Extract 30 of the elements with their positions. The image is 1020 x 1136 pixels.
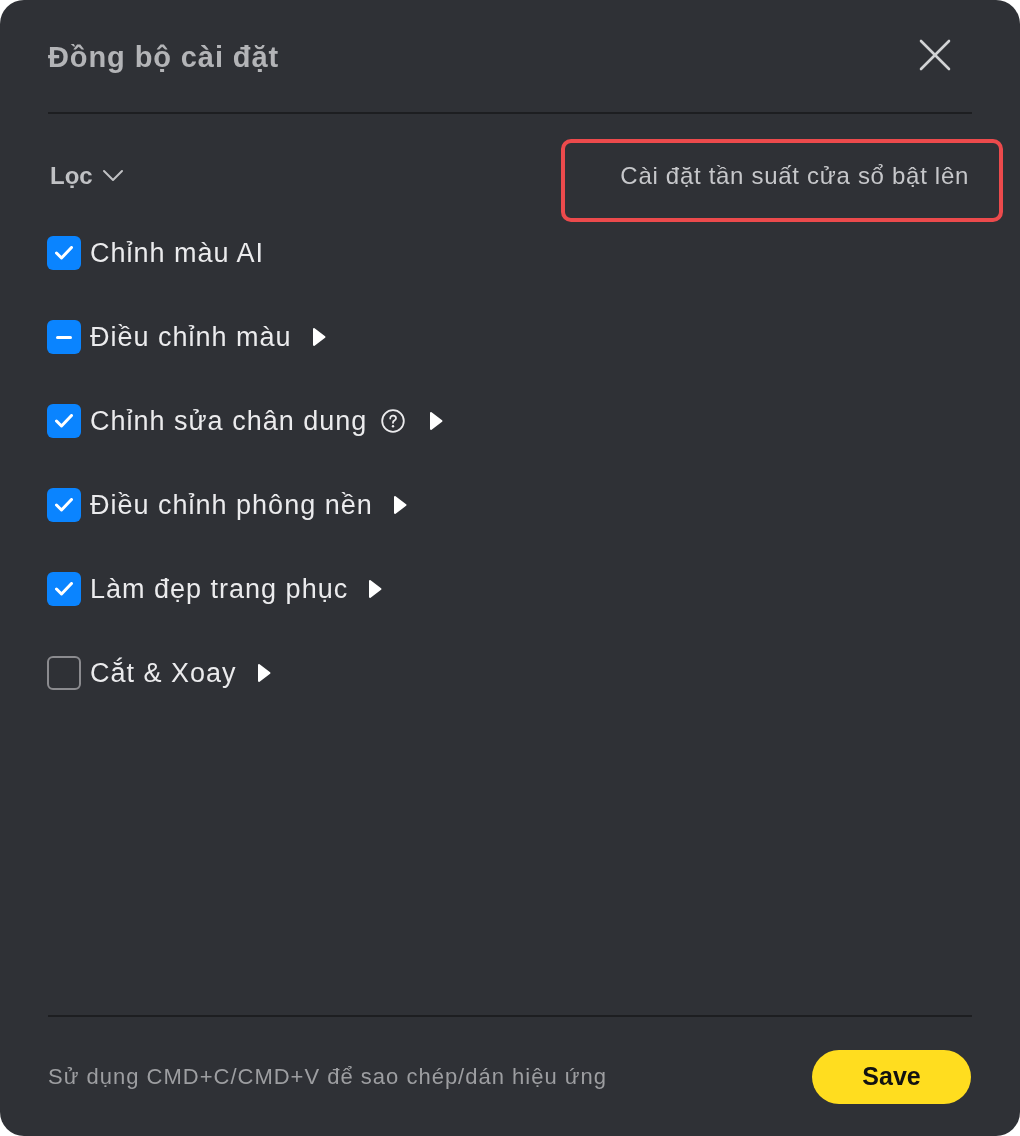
option-label: Làm đẹp trang phục — [90, 573, 349, 605]
caret-right-icon[interactable] — [368, 579, 383, 599]
checkbox[interactable] — [47, 236, 81, 270]
checkmark-icon — [55, 414, 73, 428]
popup-frequency-link[interactable]: Cài đặt tần suất cửa sổ bật lên — [620, 161, 969, 190]
close-icon — [918, 38, 952, 72]
checkmark-icon — [55, 582, 73, 596]
option-label: Chỉnh màu AI — [90, 237, 265, 269]
checkmark-icon — [55, 246, 73, 260]
option-label: Cắt & Xoay — [90, 657, 237, 689]
save-button[interactable]: Save — [812, 1049, 971, 1104]
option-label: Điều chỉnh màu — [90, 321, 292, 353]
option-label: Điều chỉnh phông nền — [90, 489, 373, 521]
caret-right-icon[interactable] — [311, 327, 326, 347]
close-button[interactable] — [918, 38, 952, 72]
checkbox[interactable] — [47, 656, 81, 690]
checkbox[interactable] — [47, 404, 81, 438]
checkbox[interactable] — [47, 488, 81, 522]
dialog-title: Đồng bộ cài đặt — [48, 40, 279, 74]
checkmark-icon — [55, 498, 73, 512]
caret-right-icon[interactable] — [392, 495, 407, 515]
filter-dropdown[interactable]: Lọc — [50, 161, 124, 190]
caret-right-icon[interactable] — [256, 663, 271, 683]
shortcut-hint: Sử dụng CMD+C/CMD+V để sao chép/dán hiệu ứng — [48, 1063, 607, 1090]
chevron-down-icon — [101, 169, 124, 182]
checkbox[interactable] — [47, 572, 81, 606]
checkbox[interactable] — [47, 320, 81, 354]
help-icon[interactable] — [381, 409, 406, 433]
caret-right-icon[interactable] — [429, 411, 444, 431]
option-label: Chỉnh sửa chân dung — [90, 405, 368, 437]
